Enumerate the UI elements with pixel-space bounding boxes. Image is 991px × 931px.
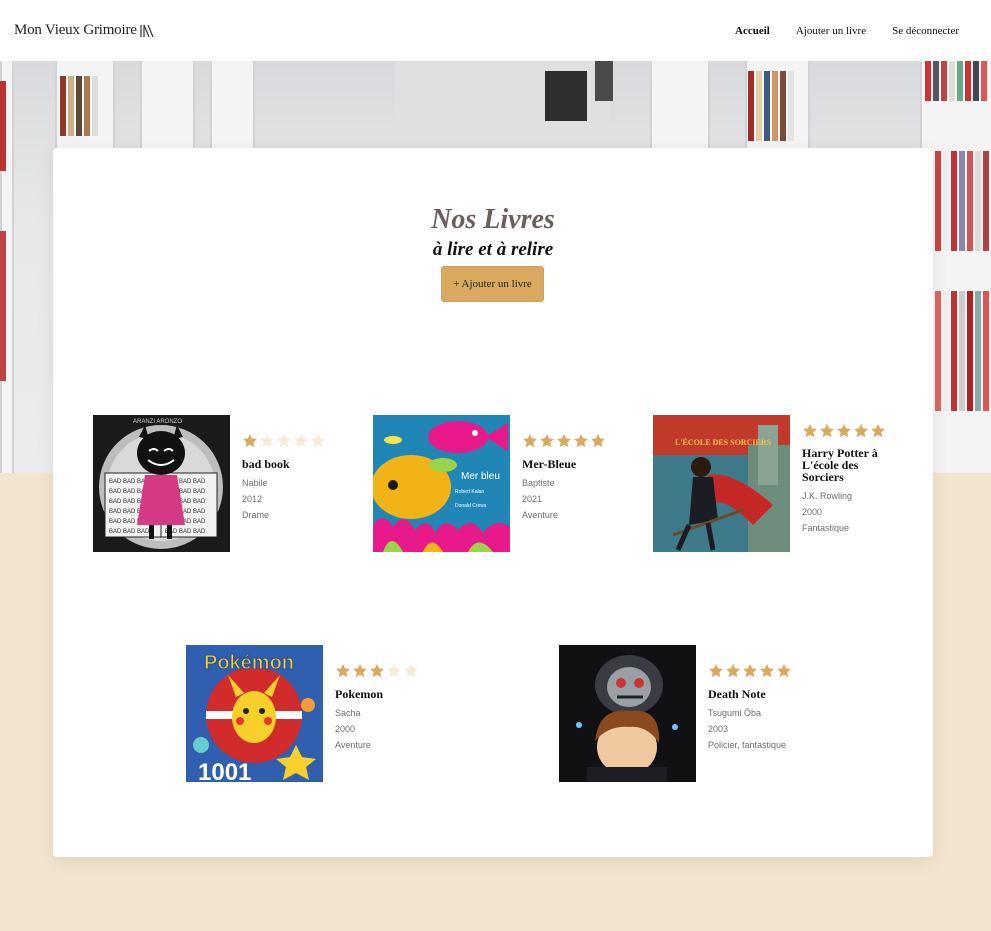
book-title: Death Note xyxy=(708,687,766,701)
book-title: Pokemon xyxy=(335,687,383,701)
logo-text: Mon Vieux Grimoire xyxy=(14,22,137,38)
star-icon xyxy=(353,664,367,678)
main-nav: Accueil Ajouter un livre Se déconnecter xyxy=(735,25,959,37)
rating-stars xyxy=(708,663,798,679)
rating-stars xyxy=(802,423,892,439)
book-title: Harry Potter à L'école des Sorciers xyxy=(802,446,878,484)
svg-text:Donald Crews: Donald Crews xyxy=(455,503,487,509)
book-cover-harry-potter: L'ÉCOLE DES SORCIERS xyxy=(653,415,790,552)
book-author: Tsugumi Ōba xyxy=(708,708,762,718)
book-info: Death Note Tsugumi Ōba 2003 Policier, fa… xyxy=(708,645,798,782)
star-icon xyxy=(854,424,868,438)
book-card-pokemon[interactable]: Pokémon 1001 Pokemon Sacha 2000 Aventure xyxy=(186,645,425,782)
star-icon xyxy=(294,434,308,448)
star-icon xyxy=(311,434,325,448)
book-card-mer-bleue[interactable]: Mer bleu Robert Kalan Donald Crews Mer-B… xyxy=(373,415,612,552)
star-icon xyxy=(336,664,350,678)
book-cover-pokemon: Pokémon 1001 xyxy=(186,645,323,782)
book-info: bad book Nabile 2012 Drame xyxy=(242,415,332,552)
book-genre: Aventure xyxy=(335,740,371,750)
star-icon xyxy=(523,434,537,448)
book-cover-death-note xyxy=(559,645,696,782)
add-book-button[interactable]: + Ajouter un livre xyxy=(441,266,544,302)
book-card-harry-potter[interactable]: L'ÉCOLE DES SORCIERS Harry Potter à L'éc… xyxy=(653,415,892,552)
rating-stars xyxy=(522,433,612,449)
book-genre: Drame xyxy=(242,510,270,520)
logo[interactable]: Mon Vieux Grimoire xyxy=(14,22,154,39)
page-title: Nos Livres xyxy=(431,204,555,235)
book-cover-mer-bleue: Mer bleu Robert Kalan Donald Crews xyxy=(373,415,510,552)
book-info: Pokemon Sacha 2000 Aventure xyxy=(335,645,425,782)
book-genre: Aventure xyxy=(522,510,558,520)
star-icon xyxy=(574,434,588,448)
book-author: J.K. Rowling xyxy=(802,491,853,501)
star-icon xyxy=(370,664,384,678)
star-icon xyxy=(743,664,757,678)
book-card-bad-book[interactable]: BAD BAD BAD BAD BAD BAD BAD BAD BAD BAD BA… xyxy=(93,415,332,552)
book-author: Baptiste xyxy=(522,478,555,488)
book-author: Sacha xyxy=(335,708,361,718)
star-icon xyxy=(726,664,740,678)
page-subtitle: à lire et à relire xyxy=(432,239,554,260)
book-genre: Policier, fantastique xyxy=(708,740,787,750)
star-icon xyxy=(760,664,774,678)
svg-text:Pokémon: Pokémon xyxy=(204,652,294,674)
rating-stars xyxy=(335,663,425,679)
book-title: bad book xyxy=(242,457,290,471)
star-icon xyxy=(277,434,291,448)
star-icon xyxy=(837,424,851,438)
book-title: Mer-Bleue xyxy=(522,457,577,471)
book-genre: Fantastique xyxy=(802,523,850,533)
star-icon xyxy=(404,664,418,678)
book-card-death-note[interactable]: Death Note Tsugumi Ōba 2003 Policier, fa… xyxy=(559,645,798,782)
star-icon xyxy=(871,424,885,438)
book-year: 2000 xyxy=(335,724,356,734)
book-logo-icon xyxy=(140,24,154,37)
svg-text:Mer bleu: Mer bleu xyxy=(461,471,500,482)
star-icon xyxy=(820,424,834,438)
star-icon xyxy=(260,434,274,448)
star-icon xyxy=(557,434,571,448)
star-icon xyxy=(387,664,401,678)
svg-text:ARANZI ARONZO: ARANZI ARONZO xyxy=(133,419,182,425)
book-info: Harry Potter à L'école des Sorciers J.K.… xyxy=(802,415,892,552)
star-icon xyxy=(803,424,817,438)
header: Mon Vieux Grimoire Accueil Ajouter un li… xyxy=(0,0,991,61)
book-author: Nabile xyxy=(242,478,268,488)
book-year: 2012 xyxy=(242,494,263,504)
star-icon xyxy=(709,664,723,678)
svg-text:Robert Kalan: Robert Kalan xyxy=(455,489,484,495)
book-year: 2003 xyxy=(708,724,729,734)
book-year: 2021 xyxy=(522,494,543,504)
book-year: 2000 xyxy=(802,507,823,517)
book-cover-bad-book: BAD BAD BAD BAD BAD BAD BAD BAD BAD BAD BA… xyxy=(93,415,230,552)
svg-text:1001: 1001 xyxy=(198,759,251,782)
star-icon xyxy=(540,434,554,448)
rating-stars xyxy=(242,433,332,449)
nav-deconnexion[interactable]: Se déconnecter xyxy=(892,25,959,37)
star-icon xyxy=(777,664,791,678)
book-info: Mer-Bleue Baptiste 2021 Aventure xyxy=(522,415,612,552)
star-icon xyxy=(591,434,605,448)
books-card: Nos Livres à lire et à relire + Ajouter … xyxy=(53,148,933,857)
nav-ajouter-livre[interactable]: Ajouter un livre xyxy=(796,25,866,37)
star-icon xyxy=(243,434,257,448)
nav-accueil[interactable]: Accueil xyxy=(735,25,770,37)
svg-text:BAD BAD BAD: BAD BAD BAD xyxy=(109,529,150,535)
svg-text:L'ÉCOLE DES SORCIERS: L'ÉCOLE DES SORCIERS xyxy=(675,437,772,447)
